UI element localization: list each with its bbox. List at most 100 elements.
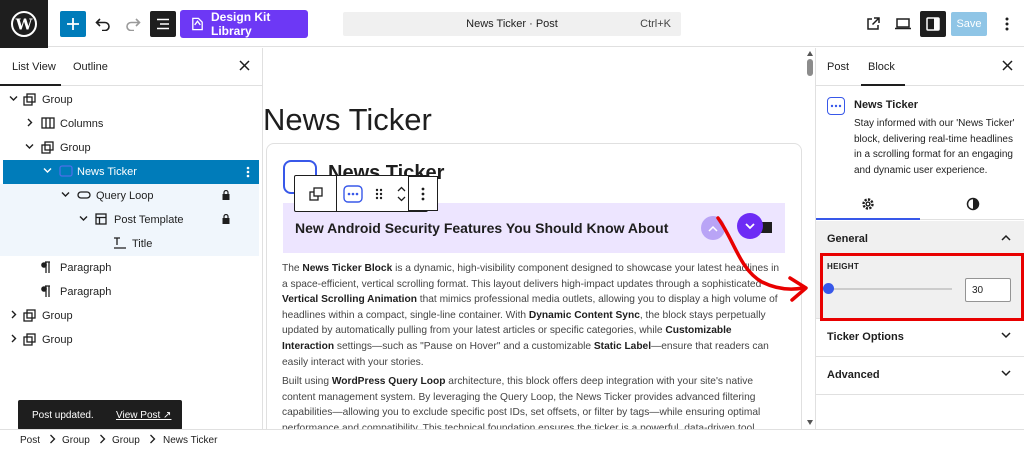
save-button[interactable]: Save [951, 12, 987, 36]
command-palette-bar[interactable]: News Ticker · Post Ctrl+K [343, 12, 681, 36]
chevron-down-icon[interactable] [25, 142, 34, 151]
tree-item-group[interactable]: Group [0, 328, 259, 352]
redo-button[interactable] [120, 11, 146, 37]
tree-item-columns[interactable]: Columns [0, 112, 259, 136]
breadcrumb-item[interactable]: News Ticker [163, 435, 217, 446]
news-ticker-block-icon [59, 165, 73, 177]
settings-sidebar: Post Block News Ticker Stay informed wit… [815, 48, 1024, 429]
list-view-tabs: List View Outline [0, 48, 262, 86]
scroll-down-icon[interactable] [807, 420, 813, 425]
undo-icon [95, 18, 110, 31]
tab-list-view[interactable]: List View [12, 61, 56, 73]
tree-item-title[interactable]: Title [0, 232, 259, 256]
lock-icon [222, 190, 230, 200]
tree-item-group[interactable]: Group [0, 136, 259, 160]
design-kit-library-button[interactable]: Design Kit Library [180, 10, 308, 38]
post-title[interactable]: News Ticker [263, 102, 432, 138]
more-vertical-icon [421, 187, 425, 200]
tab-post[interactable]: Post [827, 61, 849, 73]
more-vertical-icon[interactable] [246, 166, 250, 178]
ticker-headline[interactable]: New Android Security Features You Should… [295, 220, 668, 236]
tree-item-label: Group [42, 94, 73, 106]
paragraph-block[interactable]: Built using WordPress Query Loop archite… [282, 374, 782, 429]
plus-icon [67, 18, 79, 30]
tree-item-label: Post Template [114, 214, 184, 226]
breadcrumb-item[interactable]: Group [112, 435, 140, 446]
close-icon[interactable] [1002, 60, 1013, 71]
group-block-icon [23, 333, 36, 346]
tree-item-label: Group [60, 142, 91, 154]
loop-icon [77, 189, 91, 201]
gear-icon [862, 198, 874, 210]
tree-item-post-template[interactable]: Post Template [0, 208, 259, 232]
chevron-right-icon[interactable] [25, 118, 34, 127]
chevron-up-icon[interactable] [1001, 234, 1011, 241]
panel-title: Ticker Options [827, 331, 904, 343]
panel-title: Advanced [827, 369, 880, 381]
group-block-icon [23, 93, 36, 106]
tab-settings[interactable] [816, 188, 920, 220]
list-view-icon [157, 18, 169, 30]
tab-outline[interactable]: Outline [73, 61, 108, 73]
chevron-down-icon[interactable] [1001, 332, 1011, 339]
options-menu-button[interactable] [994, 11, 1020, 37]
inspector-tabs [816, 188, 1024, 220]
news-ticker-block-icon [827, 97, 845, 115]
document-title: News Ticker · Post [466, 18, 558, 30]
chevron-down-icon[interactable] [61, 190, 70, 199]
block-options-button[interactable] [408, 176, 438, 211]
chevron-down-icon[interactable] [79, 214, 88, 223]
chevron-down-icon [397, 196, 405, 201]
chevron-down-icon[interactable] [43, 166, 52, 175]
transform-block-button[interactable] [295, 176, 337, 211]
document-overview-button[interactable] [150, 11, 176, 37]
panel-title[interactable]: General [827, 233, 868, 245]
close-icon[interactable] [239, 60, 250, 71]
tree-item-label: Group [42, 334, 73, 346]
active-tab-indicator [816, 218, 920, 220]
scroll-up-icon[interactable] [807, 51, 813, 56]
wordpress-logo-icon[interactable]: W [0, 0, 48, 48]
tab-block[interactable]: Block [868, 61, 895, 73]
more-vertical-icon [1005, 17, 1009, 31]
breadcrumb-item[interactable]: Post [20, 435, 40, 446]
chevron-down-icon[interactable] [1001, 370, 1011, 377]
advanced-panel[interactable]: Advanced [816, 357, 1024, 395]
tree-item-news-ticker[interactable]: News Ticker [3, 160, 259, 184]
columns-block-icon [41, 117, 55, 129]
view-post-link[interactable]: View Post ↗ [116, 410, 171, 421]
undo-button[interactable] [90, 11, 116, 37]
tree-item-query-loop[interactable]: Query Loop [0, 184, 259, 208]
tree-item-label: Query Loop [96, 190, 154, 202]
tree-item-paragraph[interactable]: Paragraph [0, 280, 259, 304]
chevron-right-icon[interactable] [9, 334, 18, 343]
tree-item-group[interactable]: Group [0, 88, 259, 112]
active-tab-indicator [0, 84, 61, 86]
desktop-icon [895, 18, 911, 30]
add-block-button[interactable] [60, 11, 86, 37]
tree-item-paragraph[interactable]: Paragraph [0, 256, 259, 280]
annotation-arrow-icon [716, 216, 808, 302]
chevron-down-icon[interactable] [9, 94, 18, 103]
tree-item-label: Title [132, 238, 153, 250]
chevron-right-icon [99, 434, 106, 444]
top-toolbar: W Design Kit Library News Ticker · Post … [0, 0, 1024, 48]
post-template-icon [95, 213, 107, 225]
sidebar-tabs: Post Block [816, 48, 1024, 86]
breadcrumb-item[interactable]: Group [62, 435, 90, 446]
scrollbar-thumb[interactable] [807, 59, 813, 76]
preview-device-button[interactable] [890, 11, 916, 37]
ticker-options-panel[interactable]: Ticker Options [816, 319, 1024, 357]
view-post-button[interactable] [860, 11, 886, 37]
chevron-right-icon[interactable] [9, 310, 18, 319]
settings-sidebar-toggle[interactable] [920, 11, 946, 37]
sidebar-icon [926, 17, 940, 31]
drag-handle[interactable] [368, 176, 390, 211]
tab-styles[interactable] [920, 188, 1024, 220]
paragraph-icon [41, 261, 51, 273]
tree-item-group[interactable]: Group [0, 304, 259, 328]
external-link-icon [867, 17, 880, 30]
tree-item-label: News Ticker [77, 166, 137, 178]
block-type-button[interactable] [338, 176, 368, 211]
styles-icon [966, 197, 979, 211]
